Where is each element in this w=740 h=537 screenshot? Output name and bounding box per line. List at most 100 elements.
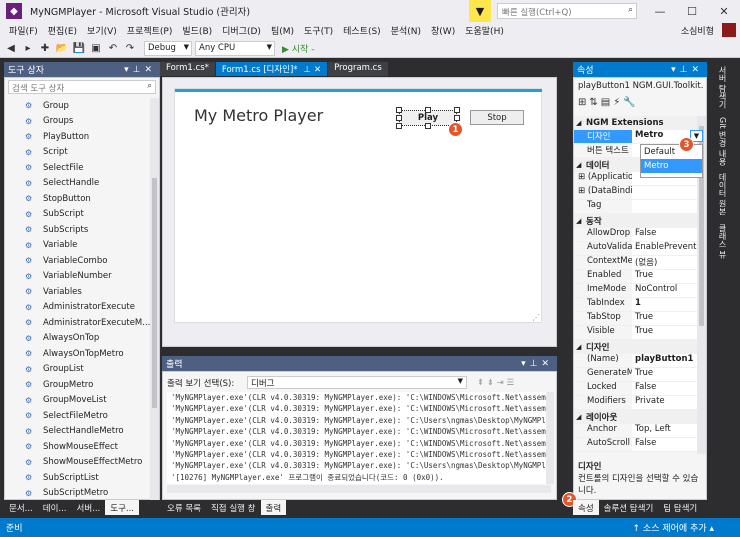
menu-item[interactable]: 편집(E) (43, 24, 82, 37)
expand-icon[interactable]: ⊞ (578, 172, 588, 182)
toolbox-item[interactable]: ⚙ GroupMetro (5, 377, 151, 393)
menu-item[interactable]: 팀(M) (266, 24, 299, 37)
save-all-icon[interactable]: ▣ (89, 43, 103, 54)
menu-item[interactable]: 창(W) (426, 24, 460, 37)
property-value[interactable]: False (632, 382, 698, 395)
menu-item[interactable]: 분석(N) (386, 24, 426, 37)
property-row[interactable]: ImeMode NoControl (574, 284, 698, 298)
property-category[interactable]: ◢ 레이아웃 (574, 410, 698, 424)
resize-handle[interactable] (425, 107, 431, 113)
property-row[interactable]: Enabled True (574, 270, 698, 284)
toolbox-item[interactable]: ⚙ SubScriptList (5, 470, 151, 486)
toolbox-scrollbar[interactable] (150, 98, 159, 500)
toolbox-item[interactable]: ⚙ GroupList (5, 362, 151, 378)
user-name[interactable]: 소심비형 (681, 24, 714, 37)
toolbox-item[interactable]: ⚙ SubScript (5, 207, 151, 223)
toolbox-item[interactable]: ⚙ SelectHandleMetro (5, 424, 151, 440)
panel-pin-close-icon[interactable]: ▾⊥✕ (124, 65, 156, 75)
toolbox-item[interactable]: ⚙ PlayButton (5, 129, 151, 145)
property-row[interactable]: GenerateMemTrue (574, 368, 698, 382)
form-resize-grip-icon[interactable]: ⋰ (532, 313, 540, 322)
left-tab[interactable]: 문서... (4, 500, 38, 515)
collapse-icon[interactable]: ◢ (576, 217, 586, 225)
property-row[interactable]: Visible True (574, 326, 698, 340)
pin-icon[interactable]: ⊥ (304, 65, 311, 75)
property-row[interactable]: Anchor Top, Left (574, 424, 698, 438)
property-value[interactable] (632, 186, 698, 199)
user-avatar[interactable] (722, 23, 736, 37)
menu-item[interactable]: 도구(T) (299, 24, 338, 37)
menu-item[interactable]: 테스트(S) (338, 24, 386, 37)
left-tab[interactable]: 서버... (72, 500, 106, 515)
toolbox-item[interactable]: ⚙ SelectFile (5, 160, 151, 176)
property-row[interactable]: AutoValidateEnablePreventF (574, 242, 698, 256)
property-row[interactable]: ContextMenu(없음) (574, 256, 698, 270)
property-pages-icon[interactable]: 🔧 (623, 97, 635, 112)
start-button[interactable]: ▶ 시작 - (282, 42, 314, 55)
left-tab[interactable]: 도구... (105, 500, 139, 515)
output-toolbar-icons[interactable]: ⇞ ⇟ ⇥ ☰ (477, 378, 514, 388)
toolbox-search-input[interactable]: 검색 도구 상자 ⌕ (8, 80, 156, 94)
property-value[interactable]: Top, Left (632, 424, 698, 437)
property-value[interactable]: 1 (632, 298, 698, 311)
toolbox-item[interactable]: ⚙ AdministratorExecuteM... (5, 315, 151, 331)
alphabetical-icon[interactable]: ⇅ (589, 97, 597, 112)
open-icon[interactable]: 📂 (55, 43, 69, 54)
property-value[interactable]: NoControl (632, 284, 698, 297)
resize-handle[interactable] (454, 107, 460, 113)
side-tab[interactable]: Git 변경 내용 (713, 113, 732, 170)
property-category[interactable]: ◢ 디자인 (574, 340, 698, 354)
panel-pin-close-icon[interactable]: ▾⊥✕ (671, 65, 703, 75)
toolbox-item[interactable]: ⚙ AlwaysOnTop (5, 331, 151, 347)
resize-handle[interactable] (396, 107, 402, 113)
document-tab[interactable]: Form1.cs* (160, 62, 215, 76)
undo-icon[interactable]: ↶ (106, 43, 120, 54)
property-row[interactable]: ⊞ (DataBindings) (574, 186, 698, 200)
property-value[interactable]: False (632, 228, 698, 241)
categorized-icon[interactable]: ⊞ (578, 97, 586, 112)
right-tab[interactable]: 팀 탐색기 (658, 500, 702, 515)
collapse-icon[interactable]: ◢ (576, 119, 586, 127)
toolbox-item[interactable]: ⚙ ShowMouseEffectMetro (5, 455, 151, 471)
property-row[interactable]: Tag (574, 200, 698, 214)
menu-item[interactable]: 프로젝트(P) (122, 24, 178, 37)
toolbox-item[interactable]: ⚙ Variables (5, 284, 151, 300)
property-value[interactable]: True (632, 270, 698, 283)
resize-handle[interactable] (396, 123, 402, 129)
property-row[interactable]: TabIndex 1 (574, 298, 698, 312)
source-control-button[interactable]: ↑ 소스 제어에 추가 ▴ (633, 521, 714, 534)
panel-pin-close-icon[interactable]: ▾⊥✕ (521, 359, 553, 369)
output-vscrollbar[interactable] (546, 392, 554, 484)
resize-handle[interactable] (396, 115, 402, 121)
config-dropdown[interactable]: Debug ▼ (144, 40, 192, 56)
document-tab[interactable]: Program.cs (328, 62, 388, 76)
close-button[interactable]: ✕ (708, 0, 740, 22)
toolbox-item[interactable]: ⚙ VariableCombo (5, 253, 151, 269)
new-project-icon[interactable]: ✚ (38, 43, 52, 54)
toolbox-item[interactable]: ⚙ Group (5, 98, 151, 114)
dropdown-option[interactable]: Metro (641, 159, 702, 173)
output-tab[interactable]: 출력 (260, 500, 287, 515)
property-row[interactable]: TabStop True (574, 312, 698, 326)
property-category[interactable]: ◢ 동작 (574, 214, 698, 228)
property-value[interactable]: Private (632, 396, 698, 409)
properties-object-selector[interactable]: playButton1 NGM.GUI.Toolkit.P (578, 81, 704, 91)
toolbox-item[interactable]: ⚙ GroupMoveList (5, 393, 151, 409)
toolbox-item[interactable]: ⚙ AdministratorExecute (5, 300, 151, 316)
right-tab[interactable]: 솔루션 탐색기 (599, 500, 659, 515)
document-tab[interactable]: Form1.cs [디자인]* ⊥ ✕ (215, 62, 328, 76)
property-value[interactable]: playButton1 (632, 354, 698, 367)
maximize-button[interactable]: ☐ (676, 0, 708, 22)
property-category[interactable]: ◢ NGM Extensions (574, 116, 698, 130)
side-tab[interactable]: 데이터 원본 (713, 169, 732, 220)
menu-item[interactable]: 파일(F) (4, 24, 43, 37)
property-row[interactable]: Locked False (574, 382, 698, 396)
resize-handle[interactable] (454, 115, 460, 121)
collapse-icon[interactable]: ◢ (576, 161, 586, 169)
collapse-icon[interactable]: ◢ (576, 413, 586, 421)
stop-button[interactable]: Stop (470, 110, 524, 125)
menu-item[interactable]: 도움말(H) (460, 24, 509, 37)
toolbox-item[interactable]: ⚙ Groups (5, 114, 151, 130)
output-hscrollbar[interactable] (167, 485, 551, 493)
toolbox-item[interactable]: ⚙ ShowMouseEffect (5, 439, 151, 455)
